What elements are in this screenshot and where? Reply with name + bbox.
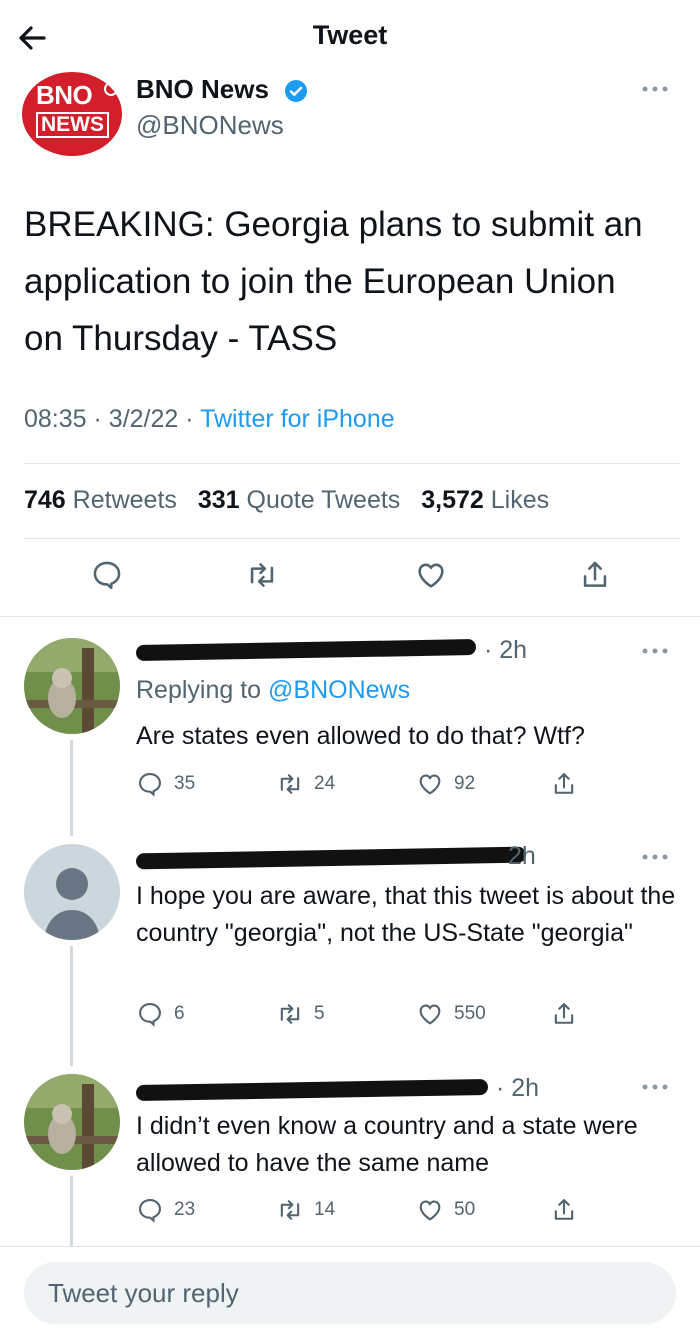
reply-count: 23 (174, 1199, 196, 1220)
divider (24, 538, 680, 539)
reply-time-value: 2h (511, 1074, 540, 1102)
divider (0, 1246, 700, 1247)
reply-time: 2h (508, 842, 536, 871)
retweets-label[interactable]: Retweets (73, 486, 177, 514)
likes-label[interactable]: Likes (491, 486, 549, 514)
reply-text: I didn’t even know a country and a state… (136, 1112, 638, 1177)
logo-text-bottom: NEWS (36, 112, 109, 138)
like-button[interactable]: 550 (416, 1000, 486, 1028)
like-icon (416, 1000, 444, 1028)
like-icon (416, 770, 444, 798)
thread-line (70, 946, 73, 1066)
share-icon[interactable] (550, 770, 578, 798)
like-count: 550 (454, 1003, 486, 1024)
replying-to-handle[interactable]: @BNONews (268, 676, 410, 704)
more-icon[interactable] (640, 1082, 670, 1092)
divider (24, 463, 680, 464)
redacted-name (135, 1078, 489, 1102)
more-icon[interactable] (640, 852, 670, 862)
replying-to-label: Replying to (136, 676, 262, 704)
reply-actions: 35 24 92 (136, 770, 676, 800)
logo-text-top: BNO (36, 80, 93, 110)
thread-line (70, 1176, 73, 1246)
retweet-count: 14 (314, 1199, 336, 1220)
reply-actions: 23 14 50 (136, 1196, 676, 1226)
reply-icon (136, 1000, 164, 1028)
more-icon[interactable] (640, 84, 670, 94)
avatar[interactable] (24, 1074, 120, 1170)
tweet-stats: 746 Retweets 331 Quote Tweets 3,572 Like… (24, 486, 563, 515)
reply-time: · 2h (496, 1074, 540, 1102)
tweet-time: 08:35 (24, 405, 87, 433)
reply-button[interactable]: 23 (136, 1196, 195, 1224)
retweet-icon (276, 1000, 304, 1028)
avatar[interactable] (24, 638, 120, 734)
reply-text: I hope you are aware, that this tweet is… (136, 882, 676, 947)
reply-icon (136, 1196, 164, 1224)
tweet-date: 3/2/22 (108, 405, 179, 433)
page-title: Tweet (312, 20, 388, 50)
tweet-source[interactable]: Twitter for iPhone (200, 405, 395, 433)
top-bar: Tweet (0, 0, 700, 72)
share-icon[interactable] (550, 1000, 578, 1028)
retweet-button[interactable]: 14 (276, 1196, 335, 1224)
author-handle[interactable]: @BNONews (136, 110, 284, 141)
reply-count: 6 (174, 1003, 185, 1024)
reply-button[interactable]: 6 (136, 1000, 185, 1028)
retweet-icon[interactable] (245, 558, 279, 592)
verified-badge-icon (284, 79, 308, 103)
reply-actions: 6 5 550 (136, 1000, 676, 1030)
like-count: 50 (454, 1199, 476, 1220)
redacted-name (135, 846, 527, 870)
author-name[interactable]: BNO News (136, 74, 269, 105)
share-icon[interactable] (550, 1196, 578, 1224)
tweet-actions (0, 558, 700, 602)
retweet-count: 5 (314, 1003, 325, 1024)
like-icon[interactable] (414, 558, 448, 592)
share-icon[interactable] (578, 558, 612, 592)
retweet-count[interactable]: 746 (24, 486, 66, 514)
meta-dot: · (185, 405, 201, 433)
retweet-button[interactable]: 5 (276, 1000, 325, 1028)
retweet-icon (276, 1196, 304, 1224)
reply-icon[interactable] (90, 558, 124, 592)
divider (0, 616, 700, 617)
like-button[interactable]: 92 (416, 770, 475, 798)
quote-count[interactable]: 331 (198, 486, 240, 514)
reply-text: Are states even allowed to do that? Wtf? (136, 722, 585, 750)
reply-count: 35 (174, 773, 196, 794)
like-count: 92 (454, 773, 476, 794)
retweet-button[interactable]: 24 (276, 770, 335, 798)
thread-line (70, 740, 73, 836)
like-count[interactable]: 3,572 (421, 486, 484, 514)
tweet-meta: 08:35 · 3/2/22 · Twitter for iPhone (24, 405, 395, 434)
like-icon (416, 1196, 444, 1224)
quotes-label[interactable]: Quote Tweets (247, 486, 401, 514)
more-icon[interactable] (640, 646, 670, 656)
like-button[interactable]: 50 (416, 1196, 475, 1224)
reply-button[interactable]: 35 (136, 770, 195, 798)
reply-composer[interactable]: Tweet your reply (24, 1262, 676, 1324)
bno-news-avatar[interactable]: BNO NEWS (22, 72, 122, 156)
meta-dot: · (93, 405, 109, 433)
avatar-placeholder-icon[interactable] (24, 844, 120, 940)
replying-to: Replying to @BNONews (136, 672, 410, 709)
reply-time-value: 2h (499, 636, 528, 664)
reply-time-value: 2h (508, 842, 536, 870)
reply-time: · 2h (484, 636, 528, 664)
globe-icon (104, 82, 118, 96)
reply-icon (136, 770, 164, 798)
reply-input-placeholder[interactable]: Tweet your reply (48, 1278, 239, 1309)
tweet-text: BREAKING: Georgia plans to submit an app… (24, 205, 643, 358)
retweet-icon (276, 770, 304, 798)
redacted-name (135, 639, 477, 661)
retweet-count: 24 (314, 773, 336, 794)
